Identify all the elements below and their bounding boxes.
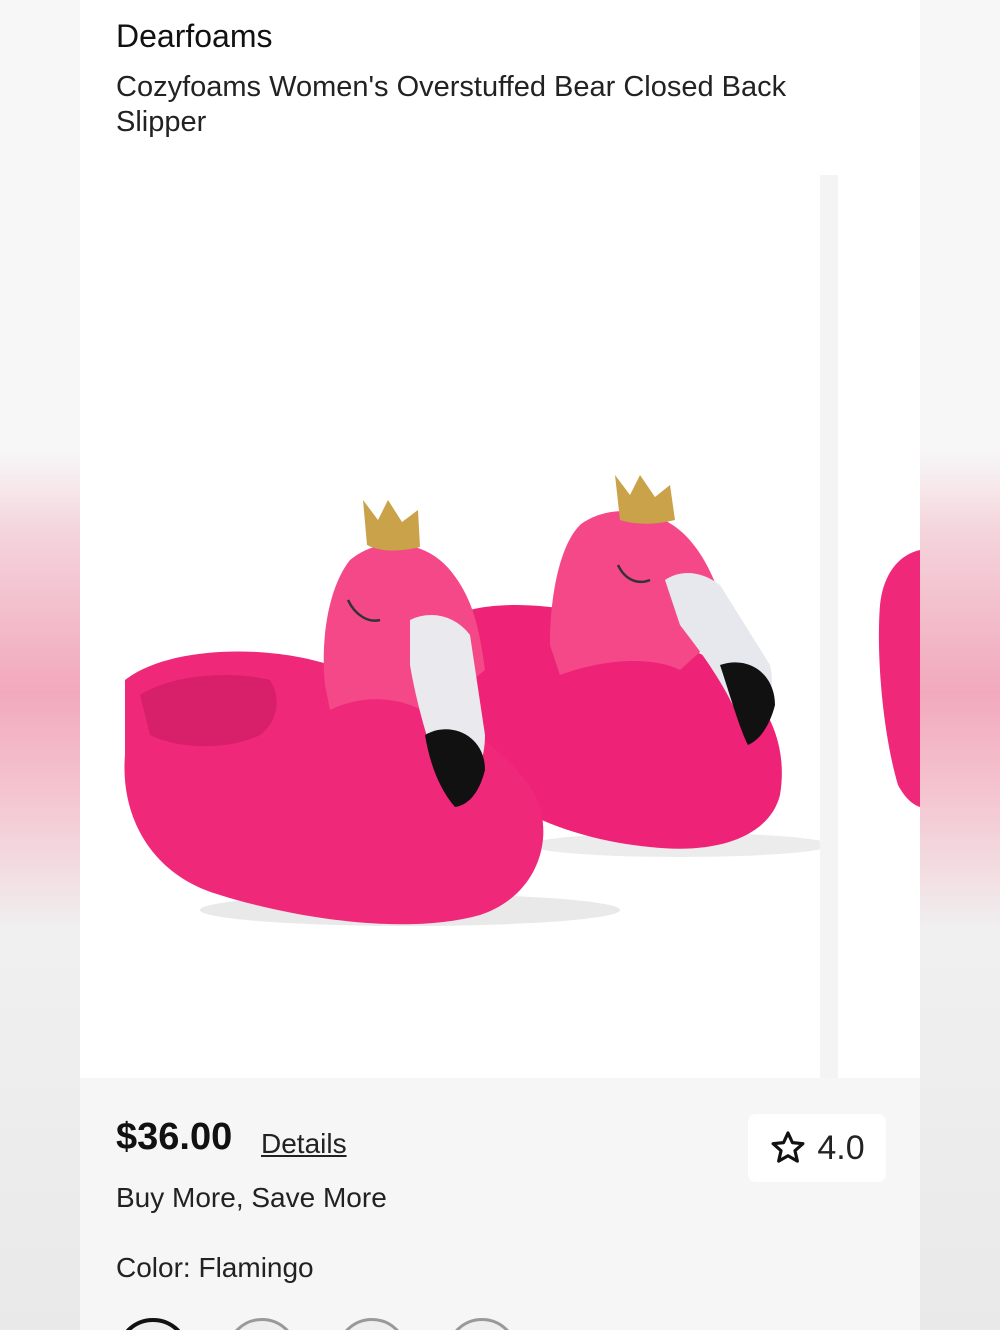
product-info-panel: $36.00 Details Buy More, Save More Color… <box>80 1078 920 1330</box>
price: $36.00 <box>116 1116 233 1158</box>
blurred-backdrop-right <box>920 0 1000 1330</box>
gallery-divider <box>820 175 838 1078</box>
brand-name[interactable]: Dearfoams <box>116 18 273 55</box>
product-card: Dearfoams Cozyfoams Women's Overstuffed … <box>80 0 920 1330</box>
color-swatch[interactable] <box>336 1318 408 1330</box>
slipper-partial-image[interactable] <box>838 175 920 1078</box>
color-label: Color: Flamingo <box>116 1252 314 1283</box>
color-swatch-selected[interactable] <box>116 1318 190 1330</box>
color-swatch[interactable] <box>446 1318 518 1330</box>
rating-badge[interactable]: 4.0 <box>748 1114 886 1182</box>
image-carousel[interactable] <box>80 175 920 1078</box>
star-outline-icon <box>771 1131 805 1163</box>
details-link[interactable]: Details <box>261 1128 347 1160</box>
flamingo-slippers-image[interactable] <box>80 175 820 1078</box>
promo-text: Buy More, Save More <box>116 1182 387 1213</box>
rating-value: 4.0 <box>817 1128 865 1167</box>
product-title: Cozyfoams Women's Overstuffed Bear Close… <box>116 71 787 138</box>
color-swatch[interactable] <box>226 1318 298 1330</box>
color-swatches <box>116 1318 616 1330</box>
blurred-backdrop-left <box>0 0 80 1330</box>
